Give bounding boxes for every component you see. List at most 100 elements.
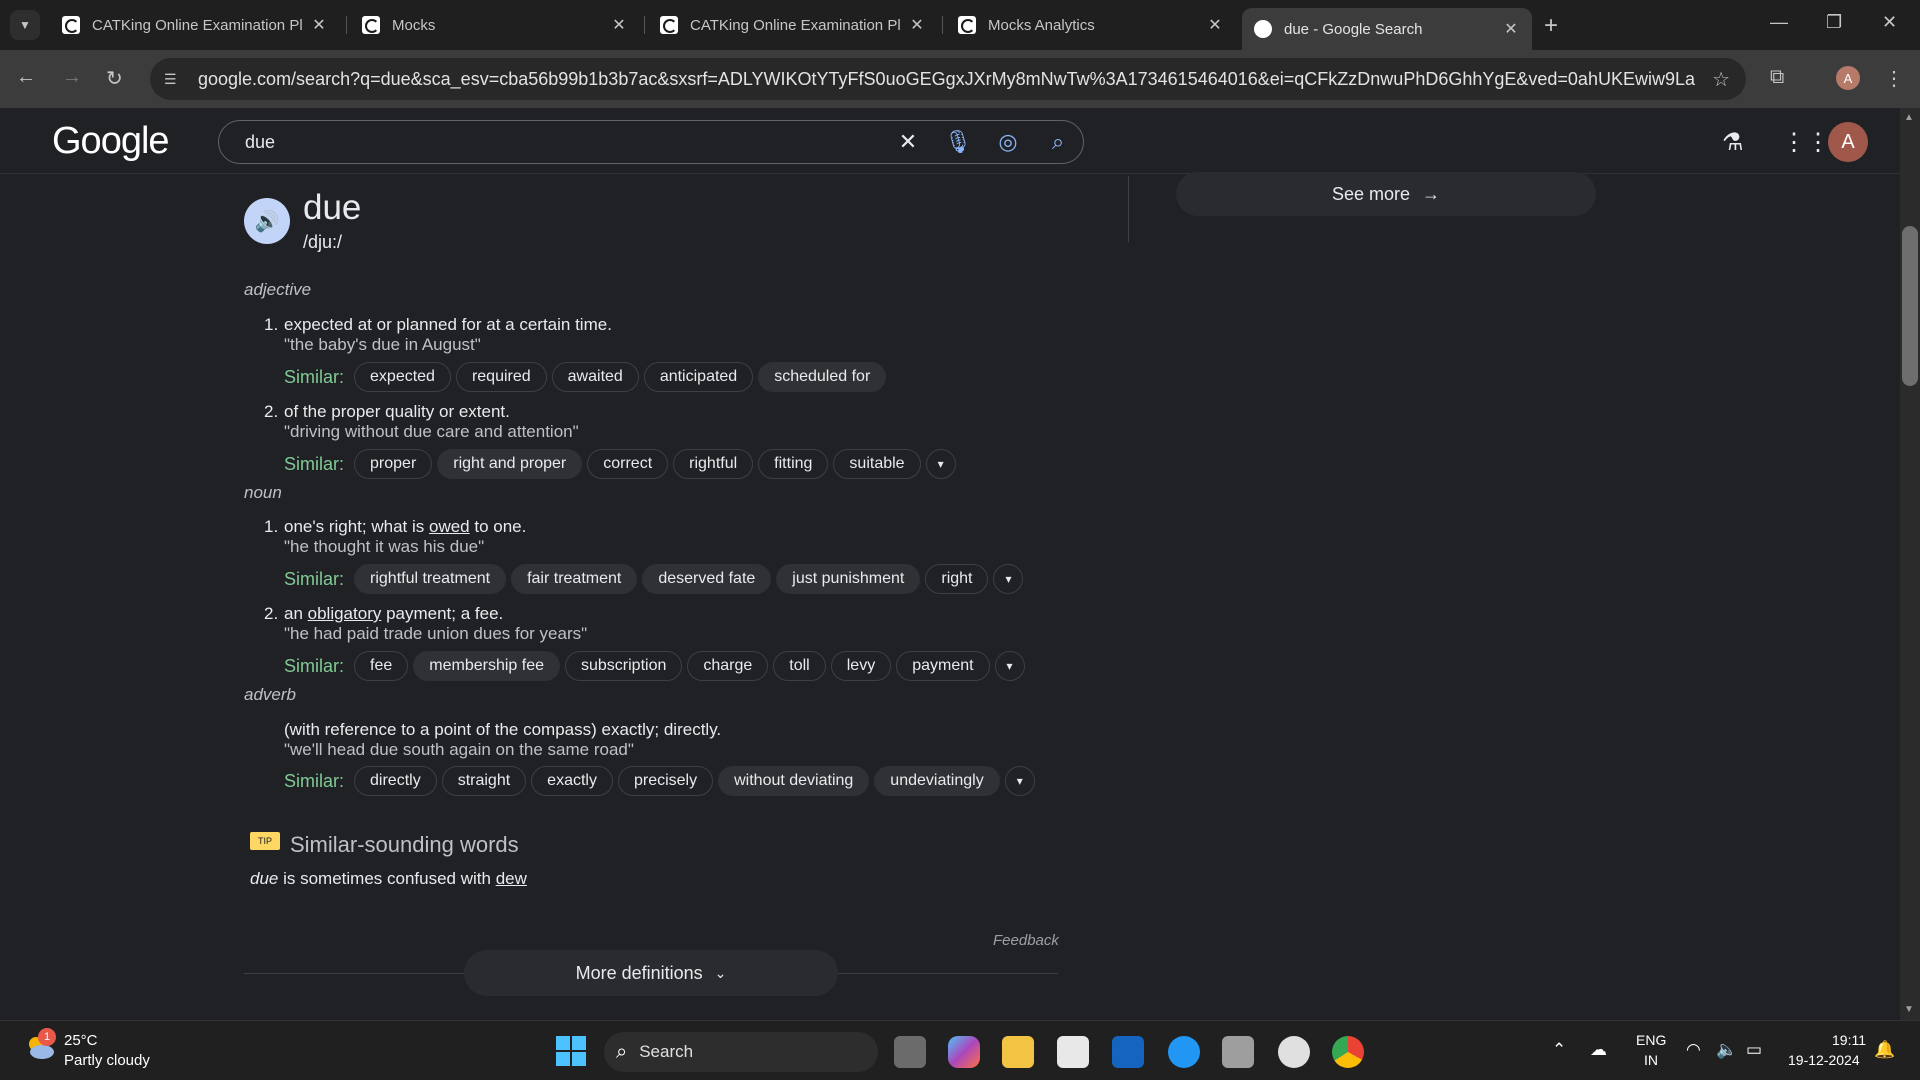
show-hidden-icons-chevron-up-icon[interactable]: ⌃ (1552, 1040, 1566, 1060)
minimize-button[interactable]: — (1770, 12, 1788, 33)
similar-chip[interactable]: fair treatment (511, 564, 638, 594)
close-icon[interactable]: ✕ (310, 15, 328, 35)
similar-chip[interactable]: just punishment (776, 564, 921, 594)
chevron-down-icon[interactable]: ▾ (993, 564, 1024, 594)
address-bar[interactable]: ☰ google.com/search?q=due&sca_esv=cba56b… (150, 58, 1746, 100)
similar-chip[interactable]: awaited (551, 362, 639, 392)
more-definitions-button[interactable]: More definitions ⌄ (464, 950, 838, 996)
similar-chip[interactable]: straight (441, 766, 527, 796)
close-icon[interactable]: ✕ (610, 15, 628, 35)
weather-condition[interactable]: Partly cloudy (64, 1052, 150, 1069)
similar-chip[interactable]: right and proper (437, 449, 583, 479)
scroll-up-arrow-icon[interactable]: ▲ (1904, 112, 1914, 123)
similar-chip[interactable]: required (455, 362, 547, 392)
similar-chip[interactable]: precisely (617, 766, 714, 796)
battery-icon[interactable]: ▭ (1746, 1040, 1762, 1060)
similar-chip[interactable]: exactly (531, 766, 613, 796)
google-logo[interactable]: Google (52, 120, 170, 163)
menu-kebab-icon[interactable]: ⋮ (1884, 66, 1904, 91)
notification-bell-icon[interactable]: 🔔 (1874, 1040, 1895, 1060)
clock-app-icon[interactable] (1278, 1036, 1310, 1068)
calculator-icon[interactable] (1222, 1036, 1254, 1068)
hp-support-icon[interactable] (1168, 1036, 1200, 1068)
similar-chip[interactable]: undeviatingly (874, 766, 1000, 796)
microphone-icon[interactable]: 🎙 (933, 129, 983, 155)
see-more-button[interactable]: See more → (1176, 172, 1596, 216)
similar-chip[interactable]: charge (687, 651, 769, 681)
close-icon[interactable]: ✕ (1502, 19, 1520, 39)
similar-chip[interactable]: subscription (564, 651, 683, 681)
similar-chip[interactable]: without deviating (718, 766, 870, 796)
new-tab-button[interactable]: + (1544, 12, 1558, 40)
copilot-icon[interactable] (948, 1036, 980, 1068)
microsoft-store-icon[interactable] (1057, 1036, 1089, 1068)
similar-chip[interactable]: right (925, 564, 989, 594)
similar-chip[interactable]: scheduled for (758, 362, 887, 392)
similar-chip[interactable]: rightful (673, 449, 754, 479)
similar-chip[interactable]: correct (587, 449, 669, 479)
account-avatar[interactable]: A (1828, 122, 1868, 162)
bookmark-star-icon[interactable]: ☆ (1712, 67, 1730, 92)
chrome-icon[interactable] (1332, 1036, 1364, 1068)
similar-chip[interactable]: rightful treatment (354, 564, 507, 594)
similar-chip[interactable]: suitable (833, 449, 921, 479)
tab-search-button[interactable]: ▼ (10, 10, 40, 40)
tab-catking-exam-1[interactable]: CATKing Online Examination Pl ✕ (50, 8, 340, 42)
camera-lens-icon[interactable]: ◎ (983, 129, 1033, 155)
close-window-button[interactable]: ✕ (1882, 12, 1897, 33)
search-input[interactable]: due (245, 132, 883, 153)
clock-date[interactable]: 19-12-2024 (1788, 1052, 1860, 1068)
taskbar-search[interactable]: ⌕ Search (604, 1032, 878, 1072)
confused-link[interactable]: dew (496, 869, 527, 888)
scrollbar-thumb[interactable] (1902, 226, 1918, 386)
similar-chip[interactable]: membership fee (413, 651, 560, 681)
back-button[interactable]: ← (16, 66, 36, 89)
site-settings-icon[interactable]: ☰ (164, 71, 184, 88)
similar-chip[interactable]: expected (354, 362, 451, 392)
extensions-icon[interactable]: ⧉ (1770, 66, 1784, 89)
windows-start-icon[interactable] (556, 1036, 586, 1066)
close-icon[interactable]: ✕ (1206, 15, 1224, 35)
file-explorer-icon[interactable] (1002, 1036, 1034, 1068)
profile-avatar[interactable]: A (1836, 66, 1860, 90)
chevron-down-icon[interactable]: ▾ (1004, 766, 1035, 796)
tab-mocks[interactable]: Mocks ✕ (350, 8, 640, 42)
task-view-icon[interactable] (894, 1036, 926, 1068)
search-icon[interactable]: ⌕ (1033, 129, 1083, 155)
similar-chip[interactable]: deserved fate (642, 564, 772, 594)
myhp-icon[interactable] (1112, 1036, 1144, 1068)
restore-button[interactable]: ❐ (1826, 12, 1842, 33)
pronunciation-speaker-button[interactable]: 🔊 (244, 198, 290, 244)
clock-time[interactable]: 19:11 (1832, 1032, 1866, 1048)
volume-icon[interactable]: 🔈 (1716, 1040, 1737, 1060)
labs-flask-icon[interactable]: ⚗ (1722, 128, 1744, 157)
similar-chip[interactable]: fitting (758, 449, 829, 479)
clear-icon[interactable]: ✕ (883, 129, 933, 155)
similar-chip[interactable]: directly (354, 766, 437, 796)
tab-catking-exam-2[interactable]: CATKing Online Examination Pl ✕ (648, 8, 938, 42)
forward-button[interactable]: → (62, 66, 82, 89)
input-language[interactable]: ENG (1636, 1032, 1666, 1048)
chevron-down-icon[interactable]: ▾ (925, 449, 956, 479)
similar-chip[interactable]: fee (354, 651, 409, 681)
definition-link[interactable]: obligatory (308, 604, 382, 623)
apps-grid-icon[interactable]: ⋮⋮ (1782, 128, 1830, 157)
similar-chip[interactable]: levy (830, 651, 892, 681)
similar-chip[interactable]: proper (354, 449, 433, 479)
chevron-down-icon[interactable]: ▾ (994, 651, 1025, 681)
similar-chip[interactable]: toll (773, 651, 826, 681)
onedrive-cloud-icon[interactable]: ☁ (1590, 1040, 1607, 1060)
feedback-link[interactable]: Feedback (993, 932, 1059, 949)
tab-google-search[interactable]: due - Google Search ✕ (1242, 8, 1532, 50)
wifi-icon[interactable]: ◠ (1686, 1040, 1701, 1060)
similar-chip[interactable]: anticipated (643, 362, 754, 392)
close-icon[interactable]: ✕ (908, 15, 926, 35)
reload-button[interactable]: ↻ (106, 66, 123, 91)
temperature[interactable]: 25°C (64, 1032, 98, 1049)
input-region[interactable]: IN (1644, 1052, 1658, 1068)
scroll-down-arrow-icon[interactable]: ▼ (1904, 1004, 1914, 1015)
definition-link[interactable]: owed (429, 517, 470, 536)
google-search-box[interactable]: due ✕ 🎙 ◎ ⌕ (218, 120, 1084, 164)
url-text[interactable]: google.com/search?q=due&sca_esv=cba56b99… (198, 69, 1696, 90)
tab-mocks-analytics[interactable]: Mocks Analytics ✕ (946, 8, 1236, 42)
